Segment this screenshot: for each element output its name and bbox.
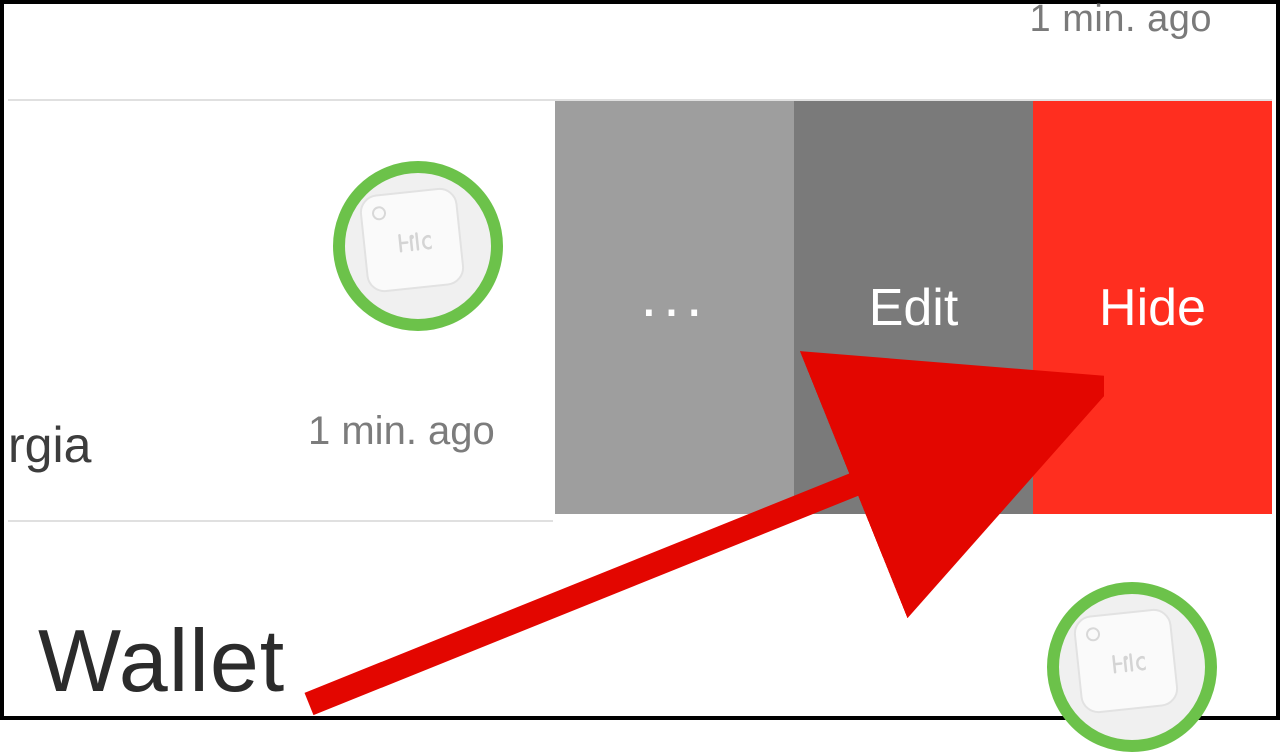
tile-device-badge[interactable] xyxy=(1047,582,1217,752)
previous-list-item-fragment: 1 min. ago xyxy=(8,8,1272,98)
previous-item-timestamp: 1 min. ago xyxy=(1030,0,1212,41)
item-timestamp: 1 min. ago xyxy=(308,409,495,454)
tile-hole-icon xyxy=(1085,627,1100,642)
edit-button-label: Edit xyxy=(869,278,959,338)
hide-button-label: Hide xyxy=(1099,278,1206,338)
next-item-name: Wallet xyxy=(38,610,285,712)
edit-button[interactable]: Edit xyxy=(794,101,1033,514)
tile-icon xyxy=(1072,607,1180,715)
more-icon: ... xyxy=(640,261,708,330)
tile-icon xyxy=(358,186,466,294)
next-list-item-fragment[interactable]: Wallet xyxy=(8,522,1272,712)
tile-logo-icon xyxy=(1110,650,1146,675)
tile-logo-icon xyxy=(396,229,432,254)
list-item-swiped[interactable]: rgia 1 min. ago ... Edit Hide xyxy=(8,101,1272,514)
more-button[interactable]: ... xyxy=(555,101,794,514)
hide-button[interactable]: Hide xyxy=(1033,101,1272,514)
tile-device-badge[interactable] xyxy=(333,161,503,331)
swipe-actions: ... Edit Hide xyxy=(555,101,1272,514)
item-name-partial: rgia xyxy=(8,416,91,474)
list-item-content[interactable]: rgia 1 min. ago xyxy=(8,101,552,514)
tile-hole-icon xyxy=(371,206,386,221)
